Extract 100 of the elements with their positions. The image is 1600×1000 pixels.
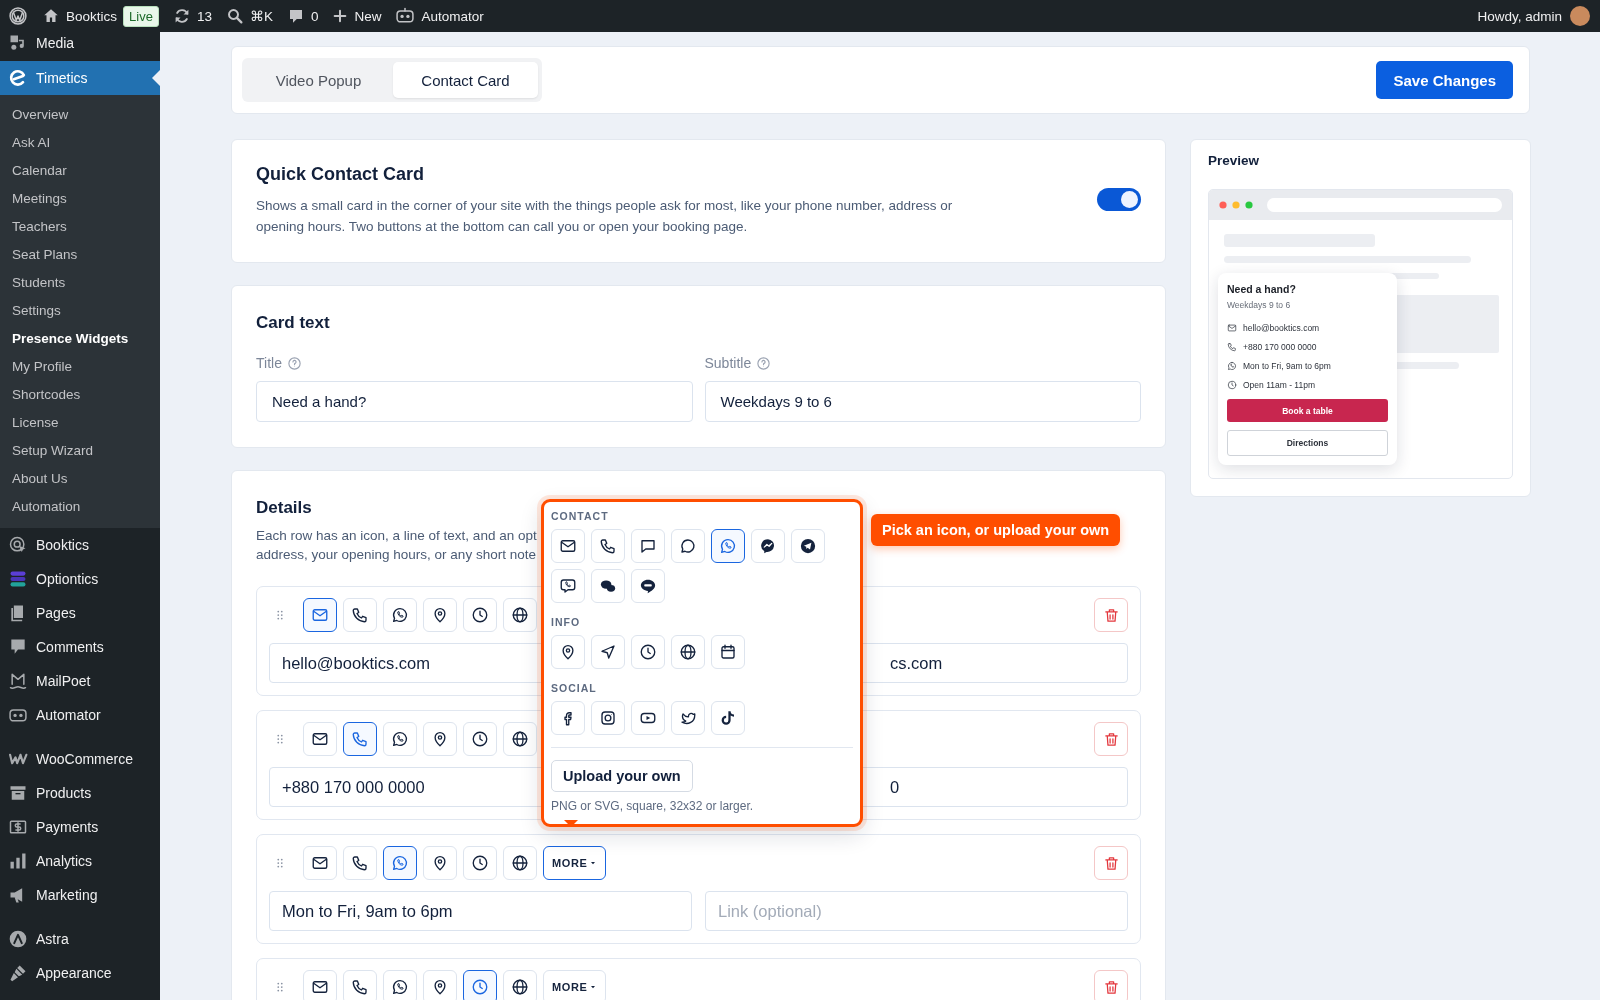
submenu-item[interactable]: Seat Plans bbox=[0, 241, 160, 269]
help-icon bbox=[756, 355, 772, 371]
text-field[interactable]: Weekdays 9 to 6 bbox=[704, 381, 1141, 422]
chat-bubbles-icon bbox=[599, 577, 617, 595]
archive-box-icon bbox=[8, 783, 28, 803]
new-link[interactable]: New bbox=[332, 8, 382, 24]
submenu-item[interactable]: About Us bbox=[0, 465, 160, 493]
account-link[interactable]: Howdy, admin bbox=[1477, 8, 1562, 24]
description-text: address, your opening hours, or any short note bbox=[256, 546, 536, 564]
mail-icon bbox=[311, 978, 329, 996]
more-button[interactable]: MORE bbox=[543, 970, 607, 1000]
trash-icon bbox=[1102, 606, 1120, 624]
upload-button[interactable]: Upload your own bbox=[551, 760, 693, 792]
menu-item[interactable]: Appearance bbox=[0, 956, 160, 990]
submenu-item[interactable]: Overview bbox=[0, 101, 160, 129]
caret-icon bbox=[589, 859, 598, 867]
wordpress-menu[interactable] bbox=[8, 6, 28, 26]
submenu-item[interactable]: My Profile bbox=[0, 353, 160, 381]
menu-item[interactable]: WooCommerce bbox=[0, 742, 160, 776]
directions-button[interactable]: Directions bbox=[1227, 430, 1388, 456]
caret-icon bbox=[589, 983, 598, 991]
submenu-item[interactable]: Calendar bbox=[0, 157, 160, 185]
brush-icon bbox=[8, 963, 28, 983]
paper-plane-icon bbox=[799, 537, 817, 555]
delete-button[interactable] bbox=[1094, 598, 1128, 632]
search-icon bbox=[225, 7, 244, 25]
submenu-item[interactable]: Students bbox=[0, 269, 160, 297]
delete-button[interactable] bbox=[1094, 846, 1128, 880]
menu-item[interactable]: Optiontics bbox=[0, 562, 160, 596]
location-pin-icon bbox=[431, 606, 449, 624]
text-field[interactable]: Need a hand? bbox=[256, 381, 693, 422]
menu-item[interactable]: Astra bbox=[0, 922, 160, 956]
clock-icon bbox=[471, 854, 489, 872]
submenu-item[interactable]: Teachers bbox=[0, 213, 160, 241]
card-description: Shows a small card in the corner of your site with the things people ask for most, like your phone number, address or opening hours. Two buttons at the bottom can call you or open your booking page. bbox=[256, 197, 954, 236]
submenu-item[interactable]: Settings bbox=[0, 297, 160, 325]
submenu-item[interactable]: Presence Widgets bbox=[0, 325, 160, 353]
section-label: INFO bbox=[551, 616, 582, 628]
menu-item[interactable]: Products bbox=[0, 776, 160, 810]
globe-icon bbox=[511, 854, 529, 872]
panel-title: Preview bbox=[1208, 153, 1261, 168]
menu-item[interactable]: Analytics bbox=[0, 844, 160, 878]
submenu-item[interactable]: Setup Wizard bbox=[0, 437, 160, 465]
save-button[interactable]: Save Changes bbox=[1376, 61, 1513, 99]
submenu-item[interactable]: Automation bbox=[0, 493, 160, 521]
menu-item[interactable]: Booktics bbox=[0, 528, 160, 562]
menu-item[interactable]: Media bbox=[0, 32, 160, 54]
clock-icon bbox=[639, 643, 657, 661]
menu-item[interactable]: Comments bbox=[0, 630, 160, 664]
comments-link[interactable]: 0 bbox=[286, 7, 319, 25]
automator-link[interactable]: Automator bbox=[395, 6, 484, 26]
menu-item[interactable]: Marketing bbox=[0, 878, 160, 912]
location-pin-icon bbox=[431, 854, 449, 872]
menu-item[interactable]: Automator bbox=[0, 698, 160, 732]
section-label: CONTACT bbox=[551, 510, 610, 522]
location-pin-icon bbox=[431, 978, 449, 996]
field-label: Subtitle bbox=[704, 355, 752, 371]
section-label: SOCIAL bbox=[551, 682, 598, 694]
phone-icon bbox=[351, 978, 369, 996]
submenu-item[interactable]: Ask AI bbox=[0, 129, 160, 157]
menu-item[interactable]: Payments bbox=[0, 810, 160, 844]
contact-line: Mon to Fri, 9am to 6pm bbox=[1243, 360, 1331, 371]
calendar-icon bbox=[719, 643, 737, 661]
phone-bubble-icon bbox=[391, 978, 409, 996]
help-icon bbox=[286, 355, 302, 371]
submenu-item[interactable]: Meetings bbox=[0, 185, 160, 213]
submenu-item[interactable]: License bbox=[0, 409, 160, 437]
clock-icon bbox=[471, 730, 489, 748]
phone-bubble-icon bbox=[719, 537, 737, 555]
avatar[interactable] bbox=[1570, 6, 1590, 26]
globe-icon bbox=[511, 978, 529, 996]
speech-bubble-icon bbox=[639, 537, 657, 555]
delete-button[interactable] bbox=[1094, 970, 1128, 1000]
globe-icon bbox=[511, 730, 529, 748]
updates-link[interactable]: 13 bbox=[172, 7, 212, 25]
phone-icon bbox=[351, 730, 369, 748]
mail-icon bbox=[311, 730, 329, 748]
menu-item[interactable]: Pages bbox=[0, 596, 160, 630]
phone-icon bbox=[351, 854, 369, 872]
card-subtitle: Weekdays 9 to 6 bbox=[1227, 300, 1292, 310]
phone-icon bbox=[599, 537, 617, 555]
toggle-switch[interactable] bbox=[1097, 188, 1141, 211]
robot-icon bbox=[395, 6, 416, 26]
mail-icon bbox=[559, 537, 577, 555]
menu-item[interactable]: Timetics bbox=[0, 61, 160, 95]
more-button[interactable]: MORE bbox=[543, 846, 607, 880]
book-button[interactable]: Book a table bbox=[1227, 399, 1388, 422]
site-link[interactable]: Booktics bbox=[42, 7, 118, 25]
menu-item[interactable]: MailPoet bbox=[0, 664, 160, 698]
navigation-arrow-icon bbox=[599, 643, 617, 661]
tab[interactable]: Video Popup bbox=[246, 62, 391, 98]
phone-bubble-icon bbox=[391, 606, 409, 624]
lightning-bubble-icon bbox=[759, 537, 777, 555]
delete-button[interactable] bbox=[1094, 722, 1128, 756]
search-link[interactable]: ⌘K bbox=[225, 7, 273, 25]
mail-icon bbox=[311, 606, 329, 624]
logo-icon bbox=[8, 68, 28, 88]
text-field[interactable]: Mon to Fri, 9am to 6pm bbox=[269, 891, 692, 931]
submenu-item[interactable]: Shortcodes bbox=[0, 381, 160, 409]
tab[interactable]: Contact Card bbox=[393, 62, 538, 98]
